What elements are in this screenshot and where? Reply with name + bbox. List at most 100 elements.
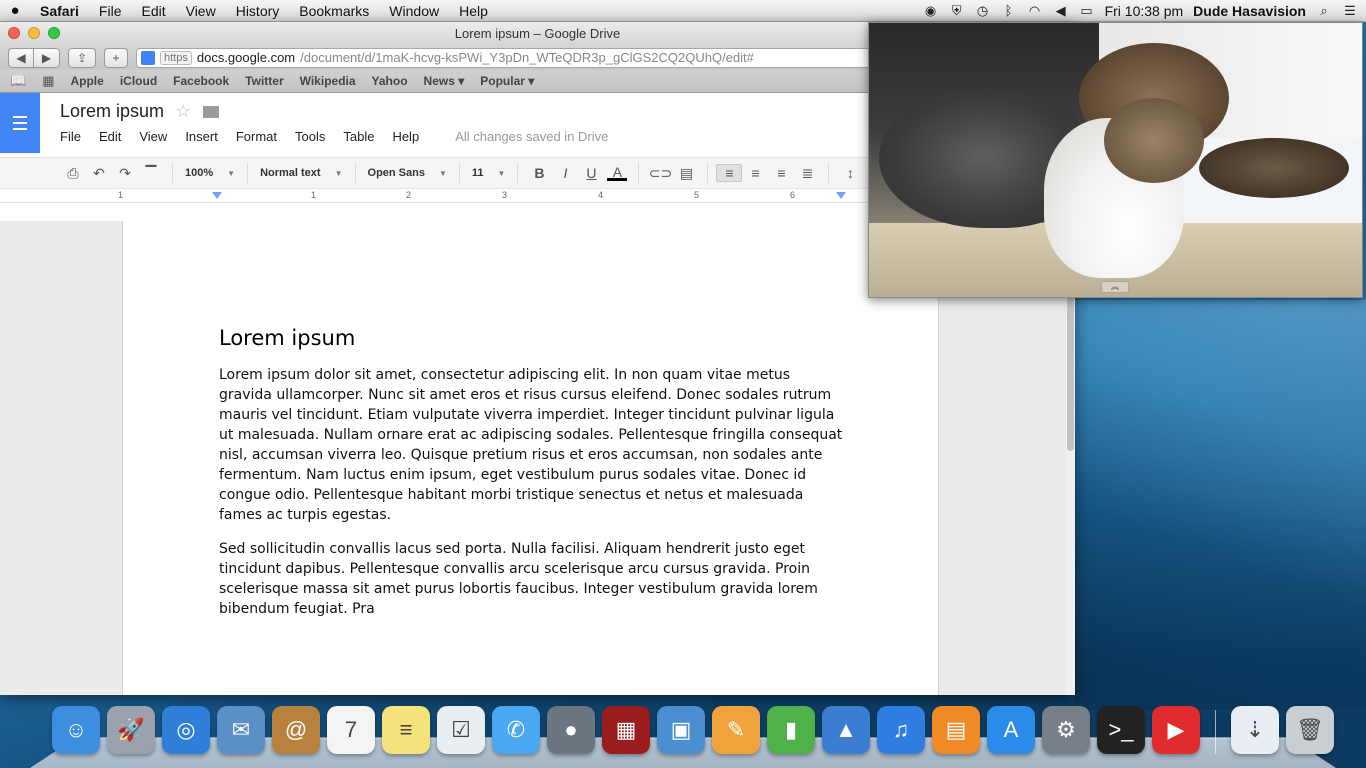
dock-system-preferences-icon[interactable]: ⚙ (1042, 706, 1090, 754)
dock-mail-icon[interactable]: ✉ (217, 706, 265, 754)
new-tab-button[interactable]: + (104, 47, 128, 68)
apple-menu-icon[interactable]: ● (0, 2, 30, 19)
bookmark-icloud[interactable]: iCloud (120, 74, 157, 88)
print-icon[interactable]: ⎙ (60, 165, 86, 182)
reading-list-icon[interactable]: 📖 (10, 73, 26, 89)
menu-user-name[interactable]: Dude Hasavision (1193, 3, 1306, 19)
dock-youtube-icon[interactable]: ▶ (1152, 706, 1200, 754)
dock-calendar-icon[interactable]: 7 (327, 706, 375, 754)
share-button[interactable]: ⇪ (68, 47, 96, 68)
menu-file[interactable]: File (89, 3, 132, 19)
style-dropdown[interactable]: Normal text ▼ (256, 167, 346, 179)
menu-clock[interactable]: Fri 10:38 pm (1105, 3, 1184, 19)
dock-contacts-icon[interactable]: @ (272, 706, 320, 754)
shield-icon[interactable]: ⛨ (949, 3, 965, 18)
document-paragraph-1[interactable]: Lorem ipsum dolor sit amet, consectetur … (219, 365, 844, 525)
dock-iphoto-icon[interactable]: ▣ (657, 706, 705, 754)
dock-pages-icon[interactable]: ✎ (712, 706, 760, 754)
menu-window[interactable]: Window (379, 3, 449, 19)
docs-menu-format[interactable]: Format (236, 129, 277, 144)
dock-keynote-icon[interactable]: ▲ (822, 706, 870, 754)
menu-edit[interactable]: Edit (131, 3, 175, 19)
close-window-button[interactable] (8, 27, 20, 39)
forward-button[interactable]: ▶ (34, 47, 60, 68)
text-color-icon[interactable]: A (604, 165, 630, 181)
document-paragraph-2[interactable]: Sed sollicitudin convallis lacus sed por… (219, 539, 844, 619)
font-dropdown[interactable]: Open Sans ▼ (364, 167, 451, 179)
menu-bookmarks[interactable]: Bookmarks (289, 3, 379, 19)
notification-center-icon[interactable]: ☰ (1342, 3, 1358, 18)
minimize-window-button[interactable] (28, 27, 40, 39)
menu-history[interactable]: History (226, 3, 290, 19)
docs-menu-table[interactable]: Table (343, 129, 374, 144)
chrome-status-icon[interactable]: ◉ (923, 3, 939, 18)
save-status[interactable]: All changes saved in Drive (455, 129, 608, 144)
dock-trash-icon[interactable]: 🗑 (1286, 706, 1334, 754)
dock-safari-icon[interactable]: ◎ (162, 706, 210, 754)
align-left-icon[interactable]: ≡ (716, 164, 743, 182)
menu-help[interactable]: Help (449, 3, 498, 19)
dock-terminal-icon[interactable]: >_ (1097, 706, 1145, 754)
dock-ibooks-icon[interactable]: ▤ (932, 706, 980, 754)
zoom-dropdown[interactable]: 100% ▼ (181, 167, 239, 179)
line-spacing-icon[interactable]: ↕ (837, 165, 863, 181)
document-page[interactable]: Lorem ipsum Lorem ipsum dolor sit amet, … (122, 221, 939, 695)
bookmark-news-folder[interactable]: News ▾ (424, 74, 465, 88)
justify-icon[interactable]: ≣ (794, 165, 820, 182)
back-button[interactable]: ◀ (8, 47, 34, 68)
dock-messages-icon[interactable]: ✆ (492, 706, 540, 754)
link-icon[interactable]: ⊂⊃ (647, 165, 673, 182)
dock-app-store-icon[interactable]: A (987, 706, 1035, 754)
left-indent-marker[interactable] (212, 192, 222, 199)
align-center-icon[interactable]: ≡ (742, 165, 768, 181)
wifi-icon[interactable]: ◠ (1027, 3, 1043, 18)
align-right-icon[interactable]: ≡ (768, 165, 794, 181)
video-expand-handle-icon[interactable]: ︽ (1101, 281, 1129, 293)
dock-finder-icon[interactable]: ☺ (52, 706, 100, 754)
docs-menu-help[interactable]: Help (392, 129, 419, 144)
underline-icon[interactable]: U (578, 165, 604, 181)
undo-icon[interactable]: ↶ (86, 165, 112, 182)
battery-icon[interactable]: ▭ (1079, 3, 1095, 18)
dock-numbers-icon[interactable]: ▮ (767, 706, 815, 754)
folder-icon[interactable] (203, 106, 219, 118)
docs-menu-insert[interactable]: Insert (185, 129, 218, 144)
italic-icon[interactable]: I (552, 165, 578, 181)
dock-launchpad-icon[interactable]: 🚀 (107, 706, 155, 754)
bold-icon[interactable]: B (526, 165, 552, 181)
font-size-dropdown[interactable]: 11 ▼ (468, 167, 510, 179)
menu-view[interactable]: View (176, 3, 226, 19)
bluetooth-icon[interactable]: ᛒ (1001, 3, 1017, 18)
comment-icon[interactable]: ▤ (673, 165, 699, 182)
volume-icon[interactable]: ◀ (1053, 3, 1069, 18)
docs-menu-edit[interactable]: Edit (99, 129, 121, 144)
zoom-window-button[interactable] (48, 27, 60, 39)
dock-downloads-icon[interactable]: ⇣ (1231, 706, 1279, 754)
dock-reminders-icon[interactable]: ☑ (437, 706, 485, 754)
menu-app-name[interactable]: Safari (30, 3, 89, 19)
document-title[interactable]: Lorem ipsum (60, 101, 164, 122)
video-overlay[interactable]: ︽ (868, 22, 1363, 298)
docs-home-button[interactable] (0, 93, 40, 153)
right-indent-marker[interactable] (836, 192, 846, 199)
docs-menu-tools[interactable]: Tools (295, 129, 325, 144)
redo-icon[interactable]: ↷ (112, 165, 138, 182)
time-machine-icon[interactable]: ◷ (975, 3, 991, 18)
bookmark-wikipedia[interactable]: Wikipedia (300, 74, 356, 88)
star-icon[interactable]: ☆ (175, 101, 191, 122)
bookmark-twitter[interactable]: Twitter (245, 74, 283, 88)
paint-format-icon[interactable]: ▔ (138, 165, 164, 182)
document-heading[interactable]: Lorem ipsum (219, 326, 355, 350)
bookmark-yahoo[interactable]: Yahoo (372, 74, 408, 88)
dock-facetime-icon[interactable]: ● (547, 706, 595, 754)
docs-menu-file[interactable]: File (60, 129, 81, 144)
top-sites-grid-icon[interactable]: ▦ (42, 73, 54, 89)
bookmark-apple[interactable]: Apple (70, 74, 103, 88)
bookmark-facebook[interactable]: Facebook (173, 74, 229, 88)
docs-menu-view[interactable]: View (139, 129, 167, 144)
dock-notes-icon[interactable]: ≡ (382, 706, 430, 754)
bookmark-popular-folder[interactable]: Popular ▾ (480, 74, 534, 88)
dock-itunes-icon[interactable]: ♫ (877, 706, 925, 754)
dock-photo-booth-icon[interactable]: ▦ (602, 706, 650, 754)
spotlight-search-icon[interactable]: ⌕ (1316, 3, 1332, 18)
